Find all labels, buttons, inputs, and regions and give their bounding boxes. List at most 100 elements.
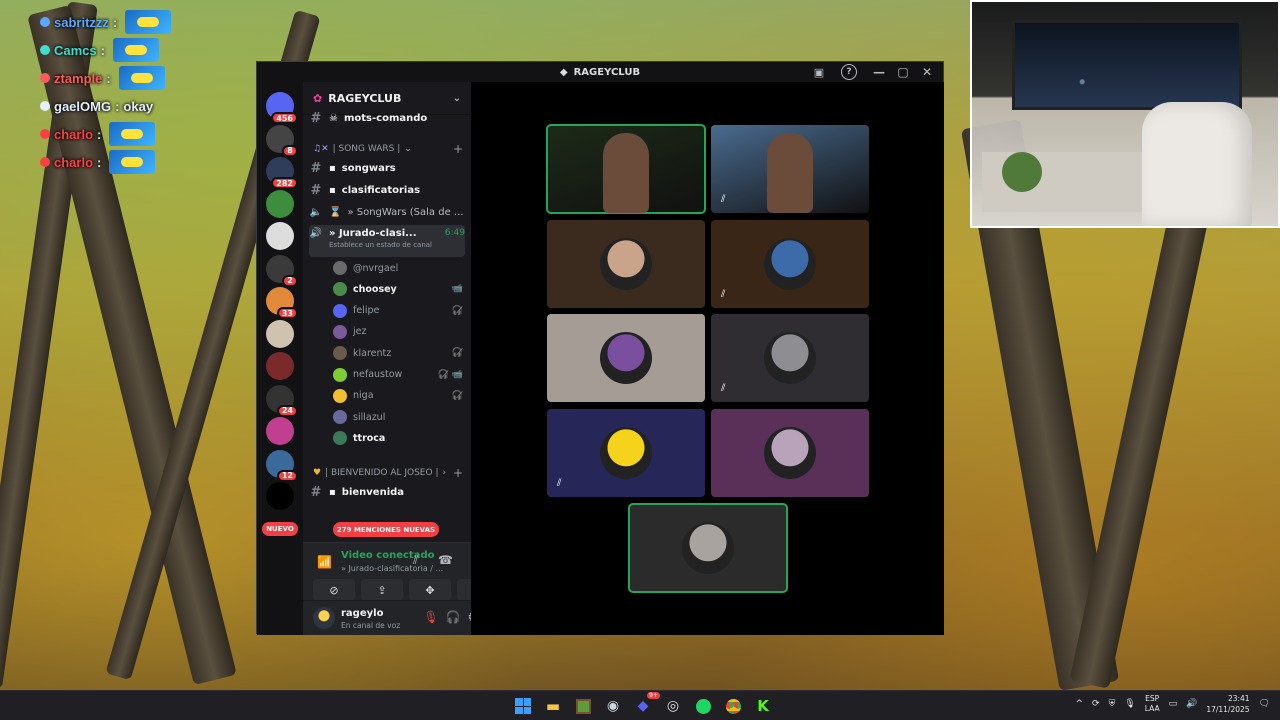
kick-icon[interactable]: K: [752, 695, 774, 717]
server-icon[interactable]: [266, 189, 294, 218]
voice-status-channel[interactable]: » Jurado-clasificatoria / ...: [341, 564, 443, 573]
voice-user[interactable]: felipe 🎧̸: [333, 301, 463, 321]
add-channel-icon[interactable]: +: [453, 466, 463, 480]
server-icon[interactable]: [266, 352, 294, 380]
disconnect-icon[interactable]: ☎: [438, 553, 453, 567]
server-icon[interactable]: [266, 417, 294, 445]
chevron-up-icon[interactable]: ^: [1075, 699, 1083, 709]
headphones-icon[interactable]: 🎧: [443, 610, 463, 628]
username[interactable]: rageylo: [341, 608, 383, 619]
voice-user[interactable]: nefaustow 🎧̸ 📹: [333, 365, 463, 385]
help-icon[interactable]: ?: [841, 64, 857, 80]
video-tile[interactable]: ⫽: [711, 220, 869, 308]
soundboard-button[interactable]: ✦: [457, 579, 471, 601]
server-icon[interactable]: 33: [266, 287, 298, 319]
notification-icon[interactable]: 🗨: [1259, 699, 1270, 709]
voice-user-name: felipe: [353, 305, 380, 317]
voice-user[interactable]: klarentz 🎧̸: [333, 343, 463, 363]
video-tile[interactable]: ⫽: [711, 314, 869, 402]
channel-label: bienvenida: [341, 486, 405, 498]
video-tile[interactable]: [547, 314, 705, 402]
user-panel: rageylo En canal de voz 🎙 🎧 ⚙: [303, 600, 471, 635]
new-mentions-pill[interactable]: 279 MENCIONES NUEVAS: [333, 522, 439, 537]
chat-message: gaelOMG: okay: [40, 92, 240, 120]
volume-icon[interactable]: 🔊: [1186, 699, 1197, 709]
channel-bienvenida[interactable]: # ▪ bienvenida: [309, 482, 465, 502]
chevron-down-icon: ⌄: [452, 92, 461, 104]
video-tile[interactable]: [546, 124, 706, 214]
noise-suppression-icon[interactable]: ⫽: [413, 553, 418, 568]
mention-badge: 8: [282, 144, 298, 157]
voice-status-title[interactable]: Video conectado: [341, 550, 434, 561]
category-bienvenido[interactable]: ♥ | BIENVENIDO AL JOSEO | › +: [313, 466, 463, 480]
sync-icon[interactable]: ⟳: [1092, 699, 1100, 709]
server-icon[interactable]: 12: [266, 449, 298, 482]
chat-separator: :: [97, 126, 102, 142]
server-icon[interactable]: [266, 319, 294, 348]
file-explorer-icon[interactable]: ▬: [542, 695, 564, 717]
minimize-button[interactable]: —: [867, 65, 891, 79]
discord-window: ◆ RAGEYCLUB ▣ ? — ▢ ✕ NUEVO 456 8 282 2 33 24 1…: [256, 61, 944, 635]
server-icon[interactable]: [266, 482, 294, 510]
server-icon[interactable]: [266, 222, 294, 250]
language-indicator[interactable]: ESP LAA: [1145, 694, 1160, 714]
channel-songwars[interactable]: # ▪ songwars: [309, 158, 465, 178]
emote-icon: [112, 38, 159, 62]
server-icon[interactable]: 456: [266, 92, 298, 124]
spotify-icon[interactable]: [692, 695, 714, 717]
taskbar: ▬ ◉ ◆ 9+ ◎ K ^ ⟳ ⛨ 🎙 ESP LAA ▭ 🔊 23:41 17…: [0, 690, 1280, 720]
shield-icon[interactable]: ⛨: [1109, 699, 1116, 709]
video-tile[interactable]: [711, 409, 869, 497]
server-icon[interactable]: 8: [266, 124, 298, 157]
gear-icon[interactable]: ⚙: [463, 610, 471, 628]
inbox-icon[interactable]: ▣: [811, 64, 827, 80]
channel-status-prompt[interactable]: Establece un estado de canal: [329, 241, 432, 249]
new-badge[interactable]: NUEVO: [262, 522, 298, 536]
close-button[interactable]: ✕: [915, 65, 939, 79]
voice-user[interactable]: choosey 📹: [333, 279, 463, 299]
voice-user[interactable]: niga 🎧̸: [333, 386, 463, 406]
mic-icon[interactable]: 🎙: [1124, 699, 1135, 709]
server-icon[interactable]: 24: [266, 384, 298, 417]
clock[interactable]: 23:41 17/11/2025: [1206, 693, 1249, 715]
user-badge-icon: [40, 17, 50, 27]
server-icon[interactable]: 282: [266, 157, 298, 189]
mic-muted-icon[interactable]: 🎙: [421, 610, 441, 628]
channel-clasificatorias[interactable]: # ▪ clasificatorias: [309, 180, 465, 200]
voice-user[interactable]: @nvrgael: [333, 258, 463, 278]
voice-user-name: sillazul: [353, 411, 386, 423]
avatar[interactable]: [313, 607, 335, 629]
video-tile[interactable]: ⫽: [711, 125, 869, 213]
chat-text: okay: [123, 98, 154, 114]
system-tray: ^ ⟳ ⛨ 🎙 ESP LAA ▭ 🔊 23:41 17/11/2025 🗨: [1075, 693, 1270, 715]
category-song-wars[interactable]: ♫✕ | SONG WARS | ⌄ +: [313, 142, 463, 156]
chrome-icon[interactable]: [722, 695, 744, 717]
voice-user[interactable]: jez: [333, 322, 463, 342]
minecraft-icon[interactable]: [572, 695, 594, 717]
chat-message: Camcs:: [40, 36, 240, 64]
start-icon[interactable]: [512, 695, 534, 717]
chair: [1142, 102, 1252, 226]
add-channel-icon[interactable]: +: [453, 142, 463, 156]
voice-channel-jurado[interactable]: 🔊 » Jurado-clasi... Establece un estado …: [309, 225, 465, 257]
voice-channel-songwars-sala[interactable]: 🔈 ⌛ » SongWars (Sala de ...: [309, 202, 465, 222]
doc-icon: ▪: [329, 486, 336, 498]
activities-button[interactable]: ✥: [409, 579, 451, 601]
video-tile[interactable]: ⫽: [547, 409, 705, 497]
discord-taskbar-icon[interactable]: ◆ 9+: [632, 692, 660, 717]
user-badge-icon: [40, 157, 50, 167]
video-tile[interactable]: [628, 503, 788, 593]
channel-mots-comando[interactable]: # ☠ mots-comando: [309, 108, 465, 128]
steam-icon[interactable]: ◉: [602, 695, 624, 717]
maximize-button[interactable]: ▢: [891, 65, 915, 79]
video-tile[interactable]: [547, 220, 705, 308]
muted-icon: ⫽: [721, 383, 726, 394]
server-icon[interactable]: 2: [266, 254, 298, 287]
voice-user[interactable]: ttroca: [333, 428, 463, 448]
avatar: [600, 427, 652, 479]
network-icon[interactable]: ▭: [1169, 699, 1178, 709]
obs-icon[interactable]: ◎: [662, 695, 684, 717]
screen-share-button[interactable]: ⇪: [361, 579, 403, 601]
camera-off-button[interactable]: ⊘: [313, 579, 355, 601]
voice-user[interactable]: sillazul: [333, 407, 463, 427]
